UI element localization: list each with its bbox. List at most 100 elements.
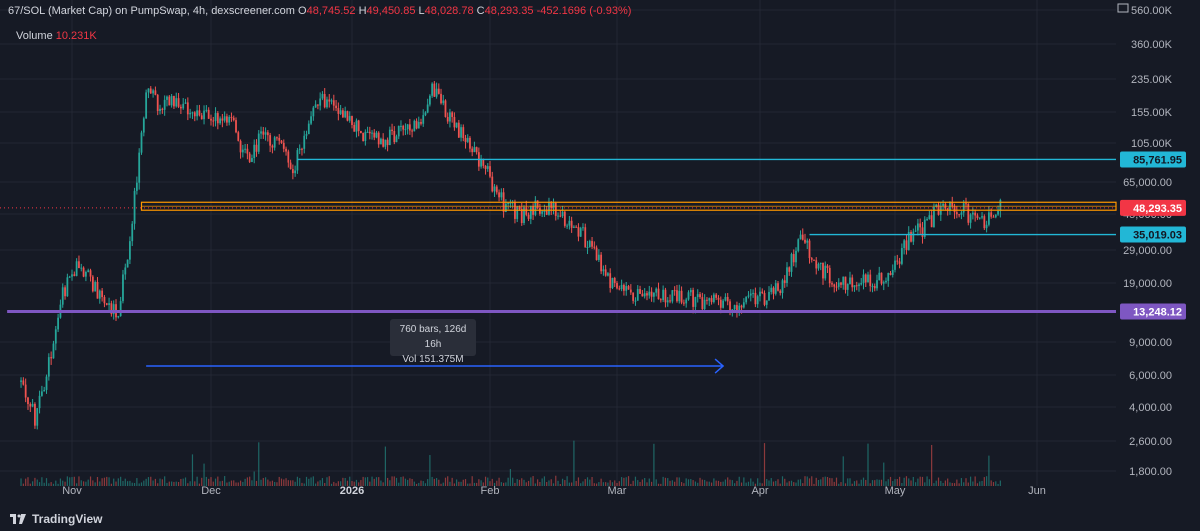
volume-bar [157, 483, 159, 486]
volume-bar [967, 482, 969, 486]
volume-bar [650, 481, 653, 486]
volume-bar [878, 479, 880, 486]
volume-bar [418, 482, 420, 486]
price-tag-label: 13,248.12 [1133, 306, 1182, 318]
candle-body [960, 212, 963, 215]
volume-bar [940, 480, 942, 486]
volume-bar [605, 482, 607, 486]
volume-bar [32, 481, 34, 486]
candle-body [955, 212, 958, 215]
candle-body [717, 297, 720, 300]
volume-bar [328, 476, 330, 486]
volume-bar [469, 483, 471, 486]
volume-bar [928, 479, 930, 486]
candle-body [495, 186, 498, 193]
volume-bar [983, 477, 985, 486]
volume-bar [577, 477, 580, 486]
volume-bar [999, 480, 1001, 486]
candle-body [819, 262, 822, 265]
candle-body [685, 299, 688, 304]
candle-body [708, 298, 711, 301]
candle-body [388, 129, 391, 146]
candle-body [557, 215, 559, 217]
price-chart[interactable]: 560.00K 360.00K 235.00K 155.00K 105.00K 65,00… [0, 0, 1200, 531]
candle-body [894, 260, 896, 270]
candle-body [573, 226, 575, 228]
volume-bar [287, 480, 289, 486]
volume-bar [194, 481, 196, 486]
volume-bar [451, 477, 453, 486]
volume-bar [113, 478, 115, 486]
candle-body [680, 290, 683, 303]
volume-bar [164, 476, 166, 486]
candle-body [175, 98, 178, 107]
candle-body [618, 288, 621, 290]
volume-bar [173, 481, 175, 486]
volume-bar [411, 478, 413, 486]
candle-body [184, 102, 187, 104]
volume-bar [464, 479, 467, 486]
candle-body [182, 103, 185, 109]
volume-bar [815, 477, 817, 486]
volume-bar [627, 476, 630, 486]
candle-body [152, 90, 154, 94]
open-value: 48,745.52 [306, 5, 356, 17]
candle-body [262, 131, 265, 135]
candle-body [745, 296, 748, 303]
candle-body [706, 299, 708, 301]
y-tick-label: 6,000.00 [1129, 370, 1172, 382]
candle-body [692, 290, 695, 307]
volume-bar [908, 478, 910, 486]
candle-body [484, 165, 487, 169]
volume-bar [278, 476, 280, 486]
candle-body [96, 281, 99, 299]
volume-bar [867, 443, 869, 486]
y-tick-label: 29,000.00 [1123, 245, 1172, 257]
candle-body [469, 137, 471, 149]
volume-bar [655, 479, 657, 486]
candle-body [740, 305, 743, 308]
candle-body [817, 264, 820, 269]
candle-body [765, 300, 768, 305]
candle-body [205, 109, 208, 111]
candle-body [701, 297, 704, 310]
y-tick-label: 105.00K [1131, 138, 1173, 150]
candle-body [826, 265, 829, 268]
candle-body [597, 254, 600, 260]
volume-bar [516, 479, 518, 486]
candle-body [719, 299, 722, 308]
volume-bar [473, 482, 476, 486]
volume-bar [246, 477, 248, 486]
candle-body [133, 190, 136, 224]
candle-body [864, 274, 867, 283]
candle-body [722, 300, 724, 308]
candle-body [840, 282, 842, 285]
tradingview-brand[interactable]: TradingView [10, 512, 102, 526]
volume-bar [424, 483, 427, 486]
volume-bar [264, 477, 267, 486]
volume-bar [795, 482, 797, 486]
volume-bar [122, 480, 124, 486]
candle-body [364, 131, 367, 142]
candle-body [287, 151, 290, 163]
candle-body [627, 286, 630, 290]
volume-bar [303, 483, 305, 486]
candle-body [406, 124, 409, 130]
candle-body [609, 273, 612, 288]
volume-bar [447, 476, 449, 486]
candle-body [831, 283, 833, 285]
candle-body [135, 182, 138, 191]
candle-body [687, 292, 690, 300]
candle-body [464, 138, 467, 142]
volume-bar [768, 480, 770, 486]
candle-body [953, 206, 956, 213]
candle-body [368, 131, 371, 134]
volume-bar [919, 476, 921, 486]
candle-body [101, 290, 104, 298]
candle-body [491, 176, 494, 192]
candle-body [230, 116, 233, 118]
candle-body [457, 122, 460, 138]
candle-body [57, 317, 59, 330]
candle-body [353, 124, 356, 132]
candle-body [754, 292, 757, 305]
